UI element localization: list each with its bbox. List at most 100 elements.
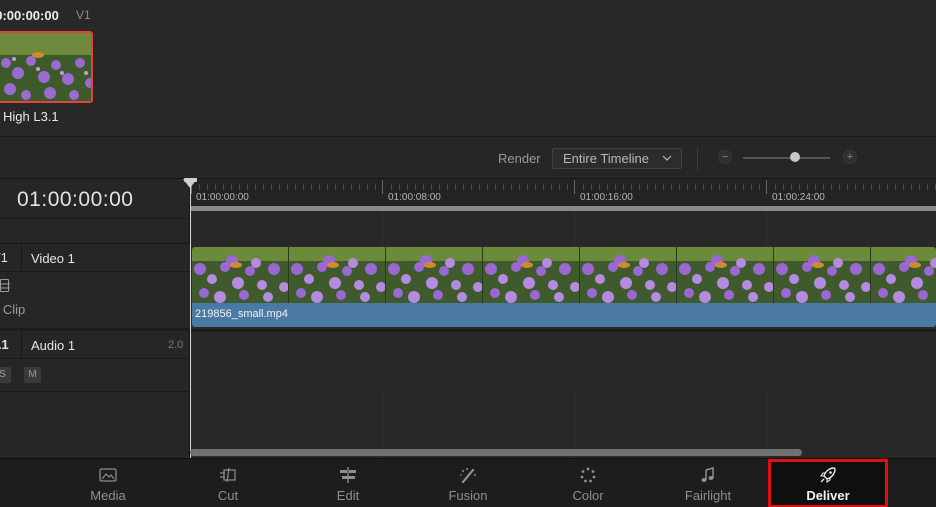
video-clip-name: 219856_small.mp4 <box>195 308 288 320</box>
ruler-minor-tick <box>335 184 336 190</box>
ruler-minor-tick <box>871 184 872 190</box>
ruler-minor-tick <box>399 184 400 190</box>
ruler-minor-tick <box>815 184 816 190</box>
ruler-minor-tick <box>527 184 528 190</box>
render-label: Render <box>498 151 541 166</box>
zoom-slider-handle[interactable] <box>790 152 800 162</box>
ruler-minor-tick <box>479 184 480 190</box>
ruler-minor-tick <box>207 184 208 190</box>
ruler-label: 01:00:00:00 <box>196 192 249 203</box>
ruler-minor-tick <box>687 184 688 190</box>
color-icon <box>580 467 596 483</box>
ruler-minor-tick <box>471 184 472 190</box>
ruler-minor-tick <box>511 184 512 190</box>
render-bar: Render Entire Timeline − + <box>0 138 936 179</box>
timeline-ruler[interactable]: 01:00:00:00 01:00:08:00 01:00:16:00 01:0… <box>191 180 936 206</box>
zoom-out-button[interactable]: − <box>718 150 732 164</box>
ruler-minor-tick <box>927 184 928 190</box>
ruler-tick <box>574 180 575 194</box>
ruler-minor-tick <box>559 184 560 190</box>
ruler-minor-tick <box>807 184 808 190</box>
nav-deliver-label: Deliver <box>806 488 850 503</box>
ruler-minor-tick <box>631 184 632 190</box>
ruler-minor-tick <box>567 184 568 190</box>
video-clip-label-bar: 219856_small.mp4 <box>192 303 936 327</box>
playhead-line[interactable] <box>190 180 191 458</box>
solo-button[interactable]: S <box>0 367 11 383</box>
ruler-minor-tick <box>543 184 544 190</box>
ruler-label: 01:00:08:00 <box>388 192 441 203</box>
nav-fairlight[interactable]: Fairlight <box>648 459 768 507</box>
clip-thumbnail-image <box>0 33 91 101</box>
ruler-minor-tick <box>775 184 776 190</box>
fairlight-icon <box>701 467 714 482</box>
timeline-horizontal-scrollbar[interactable] <box>190 449 802 456</box>
ruler-range-bar <box>191 206 936 211</box>
playhead-marker-icon[interactable] <box>183 179 197 188</box>
clip-thumbnail[interactable] <box>0 31 93 103</box>
nav-fusion-label: Fusion <box>448 488 488 503</box>
audio-track-lane <box>191 332 936 392</box>
zoom-in-button[interactable]: + <box>843 150 857 164</box>
audio-track-header[interactable]: A1 Audio 1 2.0 S M <box>0 331 190 391</box>
ruler-minor-tick <box>655 184 656 190</box>
video-track-clip-count: 1 Clip <box>0 302 26 317</box>
ruler-minor-tick <box>719 184 720 190</box>
ruler-minor-tick <box>911 184 912 190</box>
ruler-label: 01:00:24:00 <box>772 192 825 203</box>
ruler-minor-tick <box>311 184 312 190</box>
filmstrip-frame <box>580 247 677 303</box>
ruler-minor-tick <box>919 184 920 190</box>
nav-deliver[interactable]: Deliver <box>768 459 888 507</box>
ruler-minor-tick <box>231 184 232 190</box>
ruler-minor-tick <box>271 184 272 190</box>
nav-color[interactable]: Color <box>528 459 648 507</box>
ruler-minor-tick <box>647 184 648 190</box>
ruler-minor-tick <box>623 184 624 190</box>
bin-clip-timecode: 00:00:00:00 <box>0 8 59 23</box>
render-range-dropdown[interactable]: Entire Timeline <box>552 148 682 169</box>
filmstrip-frame <box>483 247 580 303</box>
ruler-minor-tick <box>415 184 416 190</box>
mute-button[interactable]: M <box>24 367 41 383</box>
bin-clip-track: V1 <box>76 8 91 22</box>
zoom-slider[interactable] <box>743 157 830 159</box>
track-divider <box>0 243 190 244</box>
nav-media[interactable]: Media <box>48 459 168 507</box>
ruler-tick <box>382 180 383 194</box>
ruler-minor-tick <box>695 184 696 190</box>
ruler-minor-tick <box>447 184 448 190</box>
ruler-minor-tick <box>591 184 592 190</box>
ruler-minor-tick <box>903 184 904 190</box>
audio-track-tag: A1 <box>0 337 9 352</box>
ruler-minor-tick <box>799 184 800 190</box>
toolbar-divider <box>697 146 698 171</box>
ruler-minor-tick <box>239 184 240 190</box>
ruler-minor-tick <box>671 184 672 190</box>
nav-color-label: Color <box>572 488 604 503</box>
ruler-label: 01:00:16:00 <box>580 192 633 203</box>
nav-cut-label: Cut <box>217 488 239 503</box>
ruler-minor-tick <box>831 184 832 190</box>
track-header-panel: 01:00:00:00 V1 Video 1 1 Clip A1 Audio 1… <box>0 180 190 458</box>
ruler-minor-tick <box>319 184 320 190</box>
track-divider <box>0 358 190 359</box>
video-track-header[interactable]: V1 Video 1 1 Clip <box>0 243 190 328</box>
ruler-minor-tick <box>247 184 248 190</box>
filmstrip-frame <box>774 247 871 303</box>
video-clip[interactable]: 219856_small.mp4 <box>192 247 936 327</box>
ruler-minor-tick <box>751 184 752 190</box>
ruler-minor-tick <box>423 184 424 190</box>
nav-edit[interactable]: Edit <box>288 459 408 507</box>
nav-fusion[interactable]: Fusion <box>408 459 528 507</box>
nav-cut[interactable]: Cut <box>168 459 288 507</box>
edit-icon <box>340 467 356 483</box>
timeline-area[interactable]: 01:00:00:00 01:00:08:00 01:00:16:00 01:0… <box>191 180 936 458</box>
ruler-minor-tick <box>839 184 840 190</box>
ruler-minor-tick <box>495 184 496 190</box>
ruler-minor-tick <box>783 184 784 190</box>
ruler-minor-tick <box>583 184 584 190</box>
cut-icon <box>220 467 236 483</box>
ruler-minor-tick <box>607 184 608 190</box>
media-icon <box>99 468 117 482</box>
